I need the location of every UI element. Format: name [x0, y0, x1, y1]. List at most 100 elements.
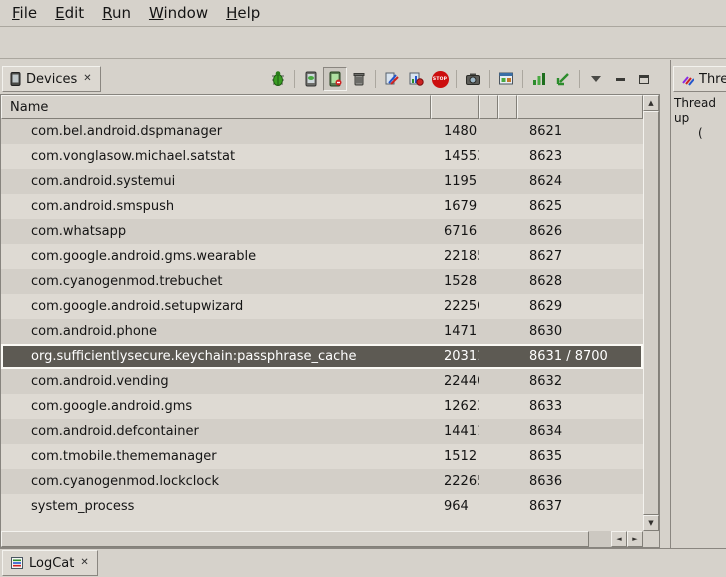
process-pid: 14411	[431, 424, 479, 439]
table-row[interactable]: com.android.phone 1471 8630	[1, 319, 643, 344]
menu-file[interactable]: File	[3, 1, 46, 25]
process-name: com.tmobile.thememanager	[1, 449, 431, 464]
horizontal-scrollbar-thumb[interactable]	[1, 531, 589, 547]
device-table-body: com.bel.android.dspmanager 1480 8621 com…	[1, 119, 643, 531]
main-area: Devices ✕	[0, 60, 726, 548]
vertical-scrollbar[interactable]: ▲ ▼	[643, 95, 659, 531]
tab-logcat[interactable]: LogCat ✕	[2, 550, 98, 576]
stop-badge: STOP	[432, 71, 449, 88]
process-name: com.google.android.setupwizard	[1, 299, 431, 314]
table-row[interactable]: com.cyanogenmod.trebuchet 1528 8628	[1, 269, 643, 294]
tab-devices[interactable]: Devices ✕	[2, 66, 101, 92]
process-name: com.whatsapp	[1, 224, 431, 239]
scroll-right-icon[interactable]: ►	[627, 531, 643, 547]
ui-hierarchy-icon[interactable]	[494, 67, 518, 91]
column-header-name[interactable]: Name	[1, 95, 431, 119]
process-port: 8635	[517, 449, 643, 464]
process-pid: 1528	[431, 274, 479, 289]
table-row[interactable]: com.tmobile.thememanager 1512 8635	[1, 444, 643, 469]
minimize-icon[interactable]	[608, 67, 632, 91]
table-row[interactable]: com.android.vending 22440 8632	[1, 369, 643, 394]
process-pid: 1195	[431, 174, 479, 189]
process-port: 8633	[517, 399, 643, 414]
dump-hprof-icon[interactable]	[323, 67, 347, 91]
table-row[interactable]: com.google.android.setupwizard 22250 862…	[1, 294, 643, 319]
debug-process-icon[interactable]	[266, 67, 290, 91]
stop-process-icon[interactable]: STOP	[428, 67, 452, 91]
process-name: com.bel.android.dspmanager	[1, 124, 431, 139]
process-pid: 1679	[431, 199, 479, 214]
table-row[interactable]: org.sufficientlysecure.keychain:passphra…	[1, 344, 643, 369]
table-row[interactable]: com.whatsapp 6716 8626	[1, 219, 643, 244]
column-header-c4[interactable]	[498, 95, 517, 119]
tab-devices-label: Devices	[26, 72, 77, 87]
tab-logcat-label: LogCat	[29, 556, 74, 571]
threads-icon	[681, 73, 694, 86]
update-threads-icon[interactable]	[380, 67, 404, 91]
update-heap-icon[interactable]	[299, 67, 323, 91]
process-name: com.android.vending	[1, 374, 431, 389]
process-pid: 22185	[431, 249, 479, 264]
tab-threads-label: Threa	[699, 72, 726, 87]
table-row[interactable]: com.vonglasow.michael.satstat 14553 8623	[1, 144, 643, 169]
menu-edit[interactable]: Edit	[46, 1, 93, 25]
table-row[interactable]: com.cyanogenmod.lockclock 22265 8636	[1, 469, 643, 494]
scroll-down-icon[interactable]: ▼	[643, 515, 659, 531]
threads-message: Thread up (	[671, 94, 726, 143]
process-name: org.sufficientlysecure.keychain:passphra…	[1, 349, 431, 364]
process-port: 8636	[517, 474, 643, 489]
toolbar-separator	[579, 70, 580, 88]
menu-bar: File Edit Run Window Help	[0, 0, 726, 27]
cause-gc-icon[interactable]	[347, 67, 371, 91]
method-profiling-icon[interactable]	[404, 67, 428, 91]
maximize-icon[interactable]	[632, 67, 656, 91]
process-port: 8625	[517, 199, 643, 214]
process-port: 8627	[517, 249, 643, 264]
process-name: com.cyanogenmod.lockclock	[1, 474, 431, 489]
threads-tabbar: Threa	[671, 60, 726, 94]
horizontal-scrollbar[interactable]: ◄ ►	[1, 531, 643, 547]
process-pid: 14553	[431, 149, 479, 164]
menu-run[interactable]: Run	[93, 1, 140, 25]
device-table-header: Name	[1, 95, 643, 119]
process-name: system_process	[1, 499, 431, 514]
table-row[interactable]: com.bel.android.dspmanager 1480 8621	[1, 119, 643, 144]
table-row[interactable]: com.google.android.gms.wearable 22185 86…	[1, 244, 643, 269]
table-row[interactable]: com.google.android.gms 12623 8633	[1, 394, 643, 419]
process-pid: 1471	[431, 324, 479, 339]
process-name: com.android.smspush	[1, 199, 431, 214]
process-port: 8626	[517, 224, 643, 239]
table-row[interactable]: system_process 964 8637	[1, 494, 643, 519]
main-toolbar	[0, 27, 726, 59]
table-row[interactable]: com.android.defcontainer 14411 8634	[1, 419, 643, 444]
process-pid: 22250	[431, 299, 479, 314]
scroll-up-icon[interactable]: ▲	[643, 95, 659, 111]
vertical-scrollbar-thumb[interactable]	[643, 111, 659, 515]
process-port: 8630	[517, 324, 643, 339]
process-name: com.android.systemui	[1, 174, 431, 189]
toolbar-separator	[294, 70, 295, 88]
process-name: com.android.phone	[1, 324, 431, 339]
scroll-left-icon[interactable]: ◄	[611, 531, 627, 547]
table-row[interactable]: com.android.systemui 1195 8624	[1, 169, 643, 194]
column-header-port[interactable]	[517, 95, 643, 119]
process-pid: 1512	[431, 449, 479, 464]
close-icon[interactable]: ✕	[82, 74, 92, 84]
toolbar-separator	[522, 70, 523, 88]
toolbar-separator	[375, 70, 376, 88]
opengl-trace-icon[interactable]	[551, 67, 575, 91]
close-icon[interactable]: ✕	[79, 558, 89, 568]
devices-toolbar: STOP	[266, 67, 660, 91]
threads-panel: Threa Thread up (	[670, 60, 726, 548]
view-menu-icon[interactable]	[584, 67, 608, 91]
menu-window[interactable]: Window	[140, 1, 217, 25]
screen-capture-icon[interactable]	[461, 67, 485, 91]
tab-threads[interactable]: Threa	[673, 66, 726, 92]
devices-panel: Devices ✕	[0, 60, 660, 548]
sysinfo-icon[interactable]	[527, 67, 551, 91]
column-header-pid[interactable]	[431, 95, 479, 119]
process-port: 8621	[517, 124, 643, 139]
column-header-c3[interactable]	[479, 95, 498, 119]
menu-help[interactable]: Help	[217, 1, 269, 25]
table-row[interactable]: com.android.smspush 1679 8625	[1, 194, 643, 219]
